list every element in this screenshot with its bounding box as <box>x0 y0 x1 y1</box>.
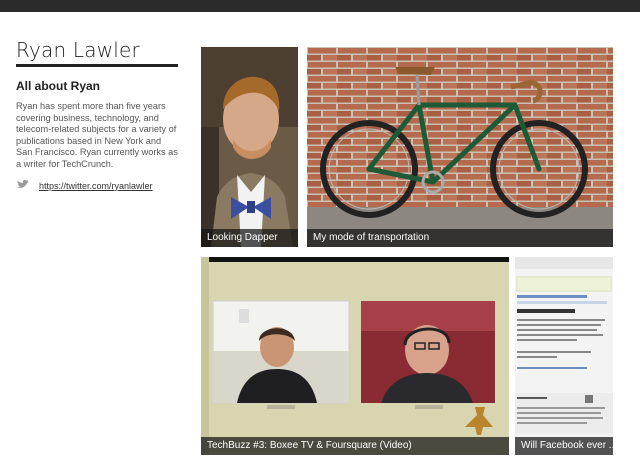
tile-caption: TechBuzz #3: Boxee TV & Foursquare (Vide… <box>201 437 509 455</box>
video-tile-techbuzz[interactable]: TechBuzz #3: Boxee TV & Foursquare (Vide… <box>201 257 509 455</box>
profile-name: Ryan Lawler <box>16 38 178 67</box>
article-tile-facebook[interactable]: Will Facebook ever ... <box>515 257 613 455</box>
tile-caption: Will Facebook ever ... <box>515 437 613 455</box>
top-bar <box>0 0 640 12</box>
tile-caption: My mode of transportation <box>307 229 613 247</box>
bird-icon <box>16 177 30 195</box>
portrait-photo <box>201 47 298 247</box>
photo-tile-transportation[interactable]: My mode of transportation <box>307 47 613 247</box>
profile-bio: Ryan has spent more than five years cove… <box>16 101 178 169</box>
about-heading: All about Ryan <box>16 79 101 93</box>
profile-panel: Ryan Lawler All about Ryan Ryan has spen… <box>16 38 178 195</box>
bicycle-photo <box>307 47 613 247</box>
photo-tile-looking-dapper[interactable]: Looking Dapper <box>201 47 298 247</box>
video-thumbnail <box>201 257 509 455</box>
tile-caption: Looking Dapper <box>201 229 298 247</box>
twitter-link[interactable]: https://twitter.com/ryanlawler <box>39 181 153 191</box>
article-screenshot <box>515 257 613 455</box>
twitter-row: https://twitter.com/ryanlawler <box>16 177 178 195</box>
